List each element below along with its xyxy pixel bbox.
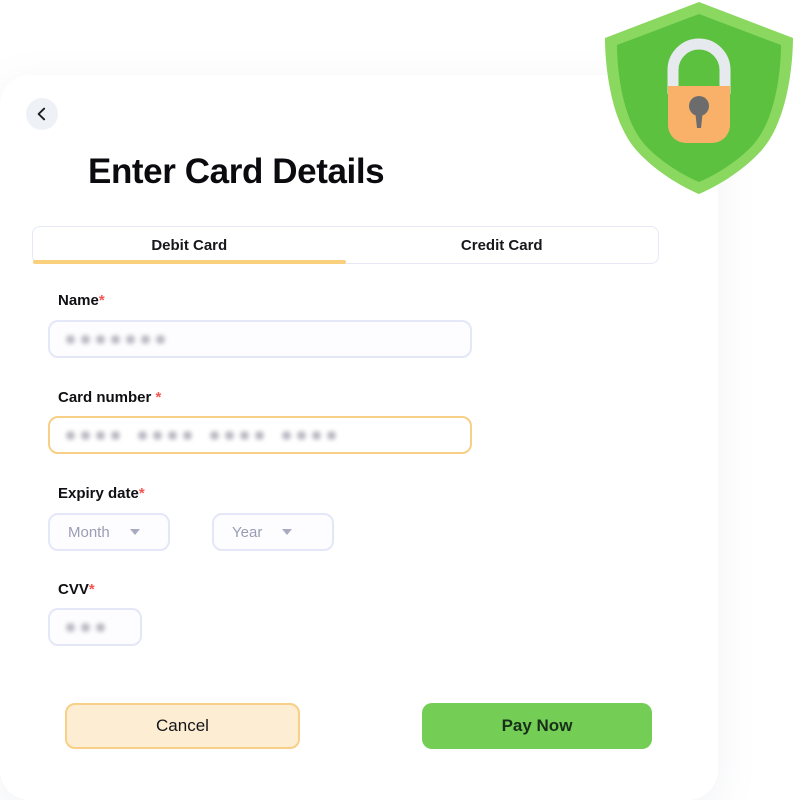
payment-card-details-screen: Enter Card Details Debit Card Credit Car…	[0, 0, 800, 800]
cvv-masked-value	[50, 622, 111, 632]
chevron-down-icon	[282, 529, 293, 535]
expiry-year-placeholder: Year	[232, 523, 263, 541]
back-button[interactable]	[26, 98, 58, 130]
expiry-month-placeholder: Month	[68, 523, 110, 541]
expiry-date-label: Expiry date*	[58, 485, 145, 502]
expiry-required-asterisk: *	[138, 485, 145, 502]
tab-credit-card-label: Credit Card	[460, 236, 543, 254]
name-input[interactable]	[48, 320, 472, 358]
tab-debit-card[interactable]: Debit Card	[33, 227, 346, 264]
card-number-label: Card number *	[58, 389, 162, 406]
tab-debit-card-label: Debit Card	[151, 236, 228, 254]
tab-credit-card[interactable]: Credit Card	[346, 227, 659, 263]
card-number-input[interactable]	[48, 416, 472, 454]
page-title: Enter Card Details	[88, 152, 385, 191]
cvv-required-asterisk: *	[88, 581, 95, 598]
expiry-month-select[interactable]: Month	[48, 513, 170, 551]
cvv-input[interactable]	[48, 608, 142, 646]
card-type-tabs: Debit Card Credit Card	[32, 226, 659, 264]
expiry-year-select[interactable]: Year	[212, 513, 334, 551]
pay-now-button[interactable]: Pay Now	[422, 703, 652, 749]
name-label: Name*	[58, 292, 105, 309]
name-required-asterisk: *	[98, 292, 105, 309]
card-number-required-asterisk: *	[155, 389, 162, 406]
chevron-down-icon	[129, 529, 140, 535]
card-number-masked-value	[50, 430, 342, 440]
shield-lock-icon	[600, 0, 798, 196]
cancel-button[interactable]: Cancel	[65, 703, 300, 749]
name-masked-value	[50, 334, 171, 344]
cvv-label: CVV*	[58, 581, 95, 598]
chevron-left-icon	[34, 106, 50, 122]
